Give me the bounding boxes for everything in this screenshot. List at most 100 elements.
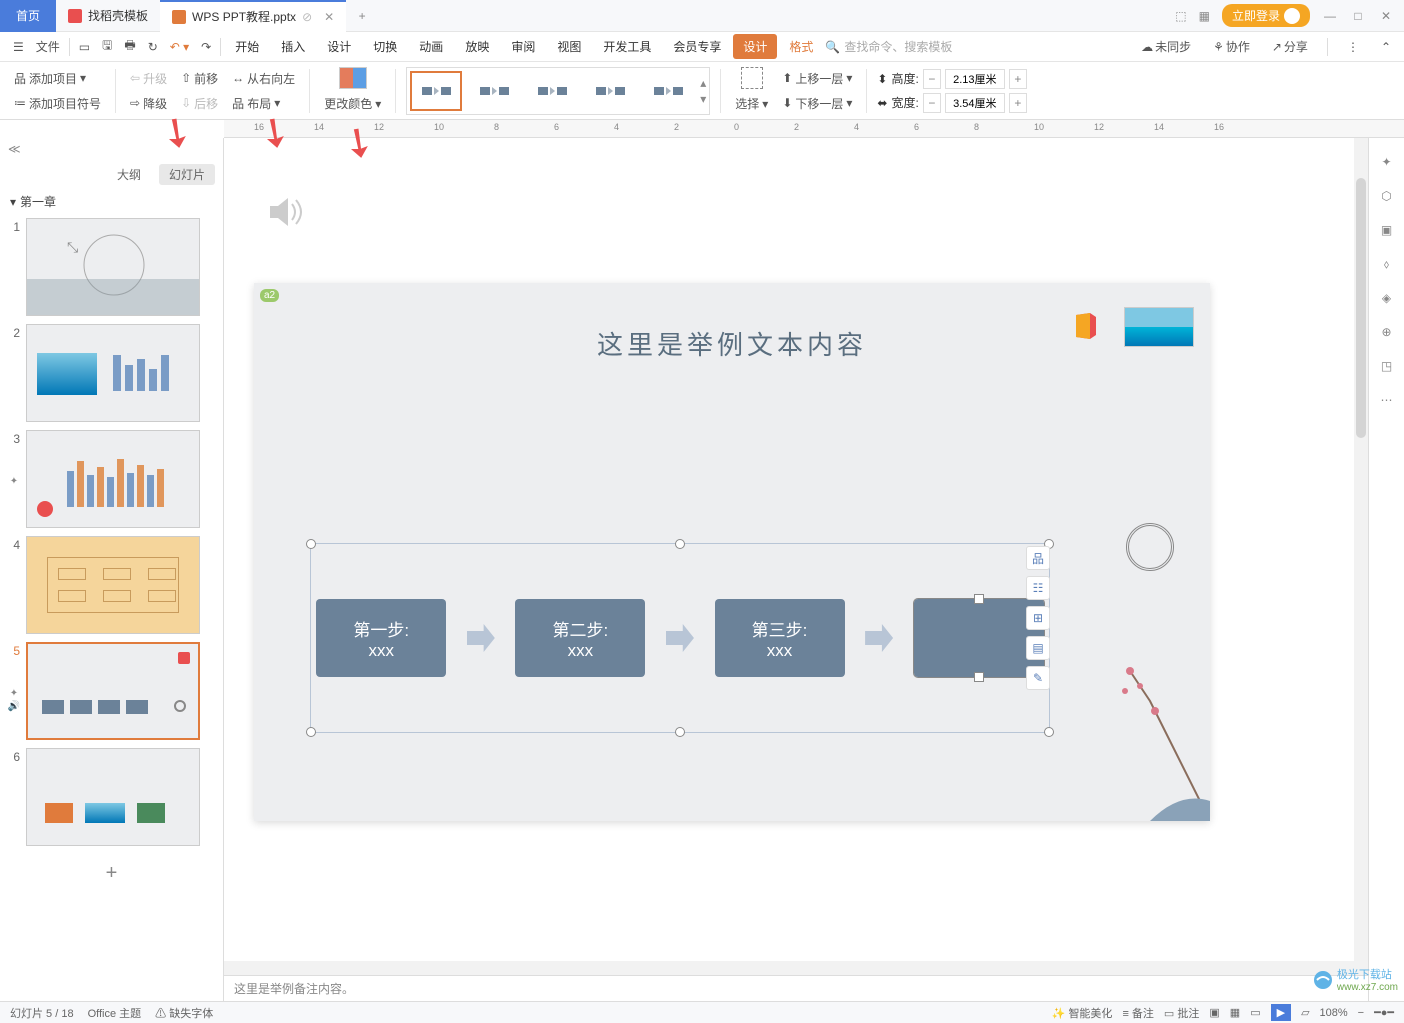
move-backward-button[interactable]: ⇩ 后移 bbox=[177, 93, 222, 114]
smartart-step-2[interactable]: 第二步: xxx bbox=[515, 599, 645, 677]
tab-outline[interactable]: 大纲 bbox=[107, 164, 151, 185]
smartart-step-3[interactable]: 第三步: xxx bbox=[715, 599, 845, 677]
comments-toggle[interactable]: ▭ 批注 bbox=[1164, 1005, 1199, 1021]
gallery-scroll[interactable]: ▴▾ bbox=[700, 76, 706, 106]
unsync-button[interactable]: ☁ 未同步 bbox=[1136, 38, 1196, 55]
zoom-out-button[interactable]: − bbox=[1358, 1007, 1364, 1019]
menu-design[interactable]: 设计 bbox=[317, 34, 361, 59]
status-font-missing[interactable]: ⚠ 缺失字体 bbox=[155, 1005, 213, 1021]
grid-icon[interactable]: ▦ bbox=[1199, 9, 1210, 23]
view-sorter-icon[interactable]: ▦ bbox=[1230, 1006, 1240, 1019]
promote-button[interactable]: ⇦ 升级 bbox=[126, 68, 171, 89]
width-inc[interactable]: + bbox=[1009, 93, 1027, 113]
tab-home[interactable]: 首页 bbox=[0, 0, 56, 32]
menu-animation[interactable]: 动画 bbox=[409, 34, 453, 59]
tool-resource-icon[interactable]: ◈ bbox=[1377, 288, 1397, 308]
style-thumb-5[interactable] bbox=[642, 71, 694, 111]
view-normal-icon[interactable]: ▣ bbox=[1209, 1006, 1219, 1019]
style-thumb-1[interactable] bbox=[410, 71, 462, 111]
thumb-3[interactable] bbox=[26, 430, 200, 528]
style-thumb-2[interactable] bbox=[468, 71, 520, 111]
selection-handle[interactable] bbox=[306, 727, 316, 737]
undo-button[interactable]: ↶ ▾ bbox=[165, 40, 194, 54]
thumb-2[interactable] bbox=[26, 324, 200, 422]
move-down-button[interactable]: ⬇ 下移一层 ▾ bbox=[778, 93, 856, 114]
selection-handle[interactable] bbox=[1044, 727, 1054, 737]
menu-review[interactable]: 审阅 bbox=[501, 34, 545, 59]
tool-align-icon[interactable]: ☷ bbox=[1026, 576, 1050, 600]
selection-handle[interactable] bbox=[675, 539, 685, 549]
menu-insert[interactable]: 插入 bbox=[271, 34, 315, 59]
tab-add-button[interactable]: + bbox=[346, 9, 378, 23]
minimize-button[interactable]: — bbox=[1322, 9, 1338, 23]
change-color-button[interactable]: 更改颜色 ▾ bbox=[320, 93, 385, 114]
smartart-container[interactable]: 第一步: xxx 第二步: xxx 第三步: xxx bbox=[310, 543, 1050, 733]
panel-collapse-icon[interactable]: ≪ bbox=[0, 138, 223, 160]
smartart-step-1[interactable]: 第一步: xxx bbox=[316, 599, 446, 677]
redo-button[interactable]: ↷ bbox=[196, 40, 216, 54]
tool-text-icon[interactable]: ▤ bbox=[1026, 636, 1050, 660]
maximize-button[interactable]: □ bbox=[1350, 9, 1366, 23]
menu-start[interactable]: 开始 bbox=[225, 34, 269, 59]
smartart-step-4-selected[interactable] bbox=[914, 599, 1044, 677]
tool-design-icon[interactable]: ✦ bbox=[1377, 152, 1397, 172]
smartart-style-gallery[interactable]: ▴▾ bbox=[406, 67, 710, 115]
thumb-1[interactable]: ⤡ bbox=[26, 218, 200, 316]
demote-button[interactable]: ⇨ 降级 bbox=[126, 93, 171, 114]
menu-format[interactable]: 格式 bbox=[779, 34, 823, 59]
menu-devtools[interactable]: 开发工具 bbox=[593, 34, 661, 59]
tab-docelle[interactable]: 找稻壳模板 bbox=[56, 0, 160, 32]
notes-toggle[interactable]: ≡ 备注 bbox=[1122, 1005, 1153, 1021]
tool-pen-icon[interactable]: ✎ bbox=[1026, 666, 1050, 690]
view-slideshow-icon[interactable]: ▶ bbox=[1271, 1004, 1291, 1021]
menu-view[interactable]: 视图 bbox=[547, 34, 591, 59]
scrollbar-thumb[interactable] bbox=[1356, 178, 1366, 438]
login-button[interactable]: 立即登录 bbox=[1222, 4, 1310, 27]
tab-slides[interactable]: 幻灯片 bbox=[159, 164, 215, 185]
collapse-ribbon-icon[interactable]: ⌃ bbox=[1376, 40, 1396, 54]
menu-member[interactable]: 会员专享 bbox=[663, 34, 731, 59]
thumb-4[interactable] bbox=[26, 536, 200, 634]
close-icon[interactable]: ✕ bbox=[324, 10, 334, 24]
save-icon[interactable]: 🖫 bbox=[97, 36, 117, 57]
move-forward-button[interactable]: ⇧ 前移 bbox=[177, 68, 222, 89]
print-icon[interactable]: 🖶 bbox=[119, 36, 140, 57]
width-input[interactable] bbox=[945, 93, 1005, 113]
menu-design-context[interactable]: 设计 bbox=[733, 34, 777, 59]
tool-more-icon[interactable]: ⋯ bbox=[1377, 390, 1397, 410]
select-button[interactable]: 选择 ▾ bbox=[731, 93, 772, 114]
speaker-icon[interactable] bbox=[264, 192, 304, 232]
hamburger-icon[interactable]: ☰ bbox=[8, 40, 29, 54]
zoom-slider[interactable]: ━●━ bbox=[1374, 1006, 1394, 1019]
outline-chapter[interactable]: ▾ 第一章 bbox=[0, 189, 223, 214]
file-menu[interactable]: 文件 bbox=[31, 38, 65, 55]
move-up-button[interactable]: ⬆ 上移一层 ▾ bbox=[778, 68, 856, 89]
tool-object-icon[interactable]: ▣ bbox=[1377, 220, 1397, 240]
notes-bar[interactable]: 这里是举例备注内容。 bbox=[224, 975, 1368, 1001]
add-slide-button[interactable]: + bbox=[8, 854, 215, 893]
style-thumb-4[interactable] bbox=[584, 71, 636, 111]
add-bullet-button[interactable]: ≔ 添加项目符号 bbox=[10, 93, 105, 114]
thumb-5[interactable] bbox=[26, 642, 200, 740]
tool-help-icon[interactable]: ⊕ bbox=[1377, 322, 1397, 342]
tool-3d-icon[interactable]: ◳ bbox=[1377, 356, 1397, 376]
tab-document[interactable]: WPS PPT教程.pptx ⊘ ✕ bbox=[160, 0, 346, 32]
width-dec[interactable]: − bbox=[923, 93, 941, 113]
rtl-button[interactable]: ↔ 从右向左 bbox=[228, 68, 299, 89]
height-inc[interactable]: + bbox=[1009, 69, 1027, 89]
more-icon[interactable]: ⋮ bbox=[1342, 40, 1364, 54]
tool-style-icon[interactable]: ⬡ bbox=[1377, 186, 1397, 206]
menu-slideshow[interactable]: 放映 bbox=[455, 34, 499, 59]
layout-icon[interactable]: ⬚ bbox=[1175, 9, 1186, 23]
selection-handle[interactable] bbox=[306, 539, 316, 549]
slide[interactable]: a2 这里是举例文本内容 bbox=[254, 283, 1210, 821]
vertical-scrollbar[interactable] bbox=[1354, 138, 1368, 975]
preview-icon[interactable]: ↻ bbox=[143, 40, 163, 54]
view-presenter-icon[interactable]: ▱ bbox=[1301, 1006, 1309, 1019]
slide-canvas[interactable]: a2 这里是举例文本内容 bbox=[224, 138, 1368, 1001]
horizontal-scrollbar[interactable] bbox=[224, 961, 1354, 975]
selection-handle[interactable] bbox=[675, 727, 685, 737]
layout-button[interactable]: 品 布局 ▾ bbox=[228, 93, 299, 114]
style-thumb-3[interactable] bbox=[526, 71, 578, 111]
tool-distribute-icon[interactable]: ⊞ bbox=[1026, 606, 1050, 630]
